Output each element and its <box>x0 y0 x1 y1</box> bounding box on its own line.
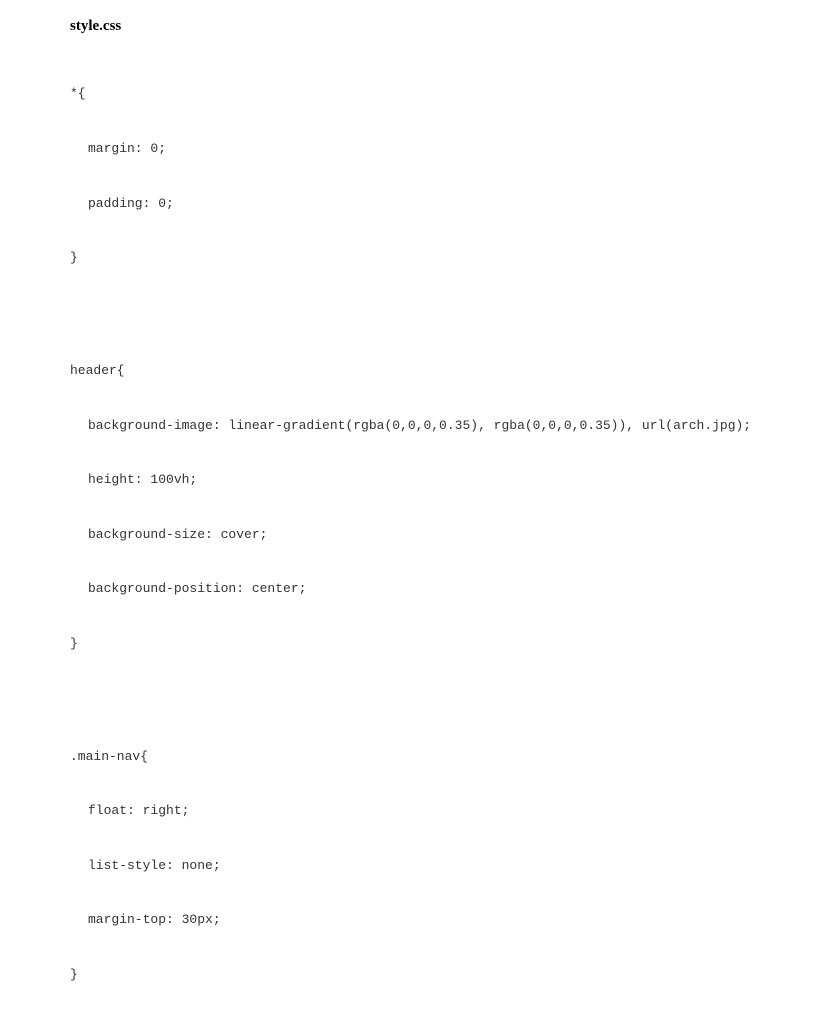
code-line: *{ <box>70 85 831 103</box>
code-line: float: right; <box>70 802 831 820</box>
code-line: background-position: center; <box>70 580 831 598</box>
code-line: } <box>70 635 831 653</box>
code-line: height: 100vh; <box>70 471 831 489</box>
blank-line <box>70 304 831 326</box>
code-line: margin: 0; <box>70 140 831 158</box>
code-line: background-size: cover; <box>70 526 831 544</box>
code-line: padding: 0; <box>70 195 831 213</box>
code-line: header{ <box>70 362 831 380</box>
css-code-block: *{ margin: 0; padding: 0; } header{ back… <box>70 49 831 1002</box>
code-line: list-style: none; <box>70 857 831 875</box>
code-line: .main-nav{ <box>70 748 831 766</box>
code-line: background-image: linear-gradient(rgba(0… <box>70 417 831 435</box>
code-line: } <box>70 966 831 984</box>
file-name-heading: style.css <box>70 18 831 35</box>
code-line: } <box>70 249 831 267</box>
blank-line <box>70 689 831 711</box>
code-line: margin-top: 30px; <box>70 911 831 929</box>
